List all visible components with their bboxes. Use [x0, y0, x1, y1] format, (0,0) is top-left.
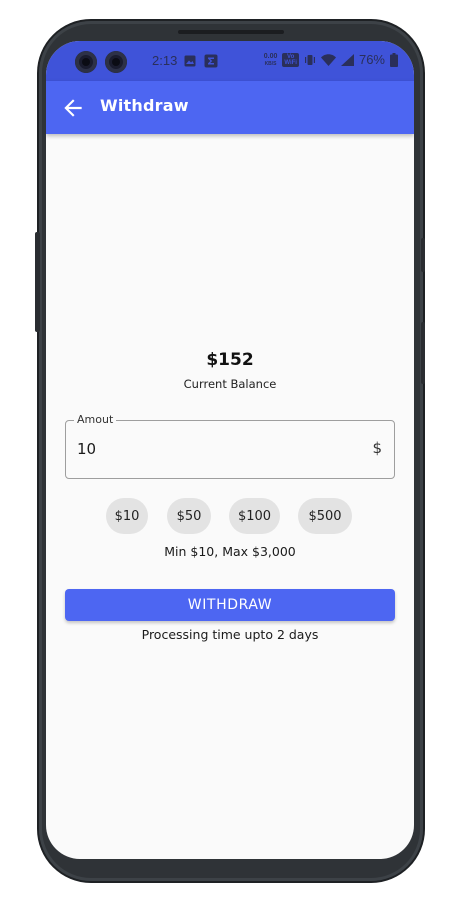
app-bar: Withdraw [46, 81, 414, 134]
amount-field-label: Amout [74, 413, 117, 426]
balance-label: Current Balance [183, 377, 277, 391]
sigma-icon [204, 54, 218, 68]
front-camera-right [105, 51, 127, 73]
amount-field[interactable]: Amout $ [65, 413, 395, 479]
chip-50[interactable]: $50 [167, 498, 211, 534]
arrow-back-icon[interactable] [60, 95, 86, 121]
phone-right-button-upper [421, 238, 425, 272]
status-bar: 2:13 0.00 KB/S Vo WiFi 76% [46, 41, 414, 81]
page-title: Withdraw [100, 96, 189, 115]
withdraw-limits: Min $10, Max $3,000 [164, 544, 296, 559]
amount-input[interactable] [77, 438, 347, 460]
chip-10[interactable]: $10 [106, 498, 148, 534]
wifi-icon [320, 53, 336, 66]
front-camera-left [75, 51, 97, 73]
battery-icon [390, 52, 398, 67]
vowifi-badge: Vo WiFi [282, 52, 299, 67]
currency-suffix: $ [372, 439, 382, 457]
battery-percent: 76% [358, 52, 385, 67]
phone-right-button-lower [421, 322, 425, 384]
processing-time-note: Processing time upto 2 days [141, 627, 319, 642]
quick-amount-chips: $10 $50 $100 $500 [106, 498, 352, 534]
vibrate-icon [304, 54, 315, 65]
image-icon [184, 55, 196, 67]
phone-left-button [35, 232, 40, 332]
screen: 2:13 0.00 KB/S Vo WiFi 76% Withdraw $152… [46, 41, 414, 859]
status-time: 2:13 [152, 53, 178, 68]
data-speed: 0.00 KB/S [263, 52, 278, 67]
cell-signal-icon [340, 53, 354, 66]
status-icons: 0.00 KB/S Vo WiFi 76% [264, 52, 398, 67]
chip-500[interactable]: $500 [298, 498, 352, 534]
balance-amount: $152 [206, 350, 254, 370]
chip-100[interactable]: $100 [229, 498, 280, 534]
phone-speaker [178, 30, 284, 34]
withdraw-button[interactable]: WITHDRAW [65, 589, 395, 621]
